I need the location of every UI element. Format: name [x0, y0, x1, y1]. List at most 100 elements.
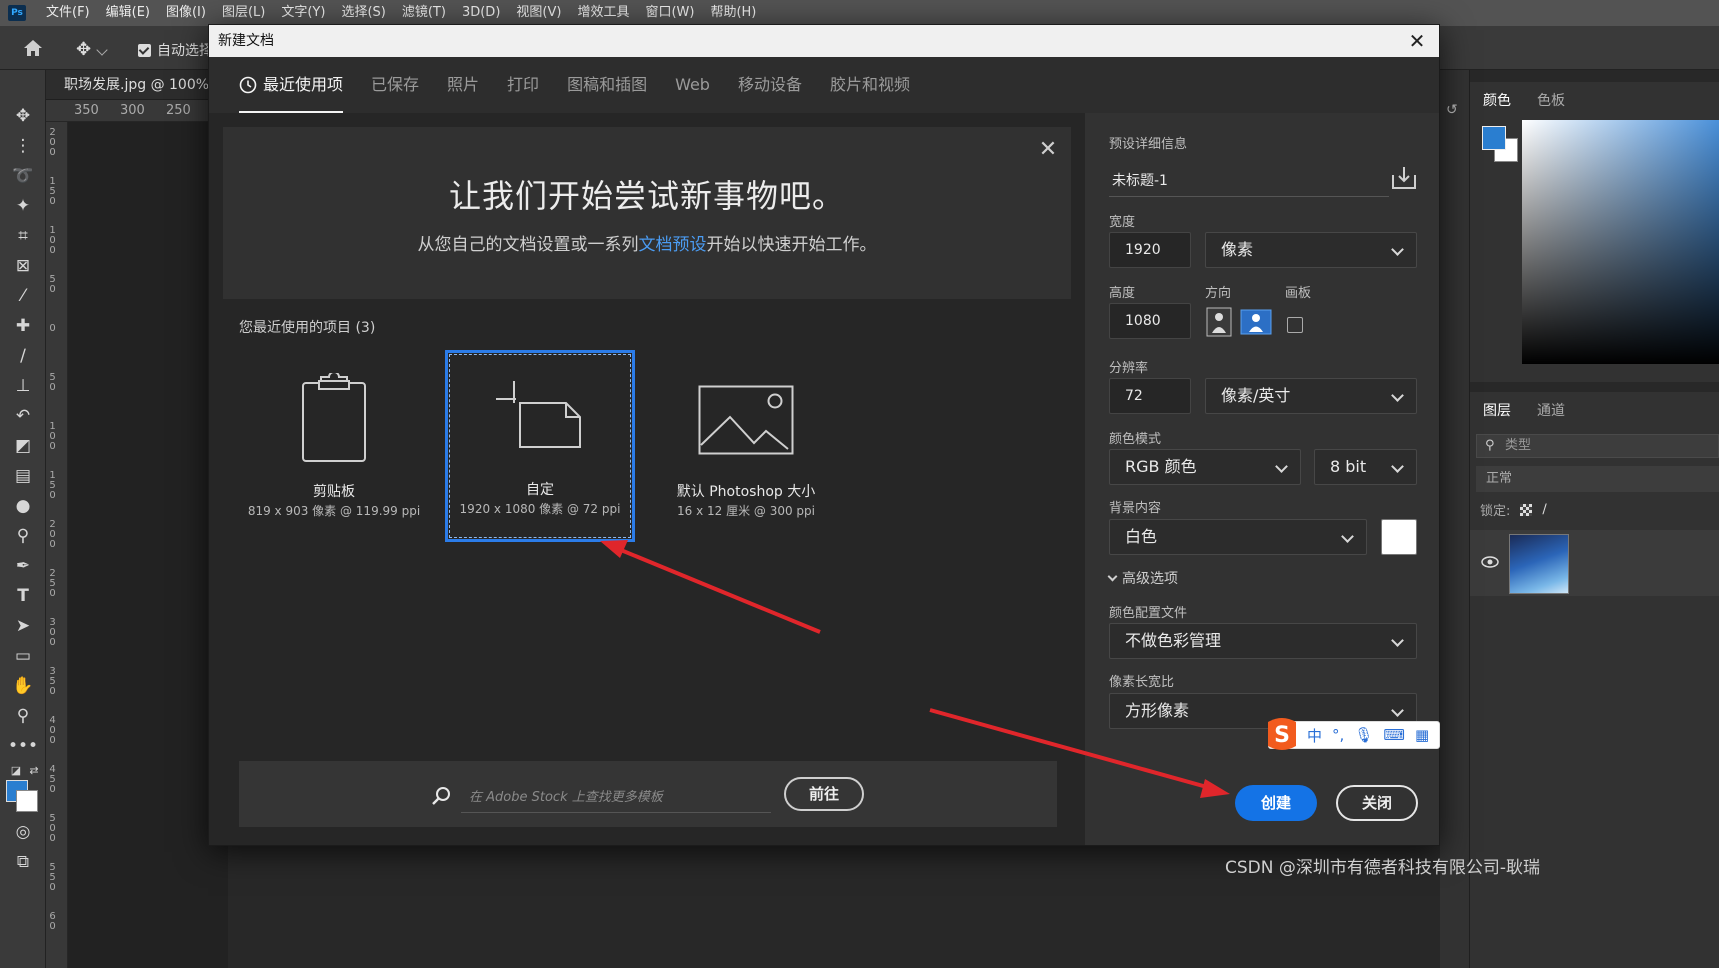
- ruler-mark: 1 5 0: [49, 177, 56, 207]
- healing-brush-icon[interactable]: ✚: [11, 314, 35, 338]
- stock-go-button[interactable]: 前往: [784, 777, 864, 811]
- lasso-icon[interactable]: ➰: [11, 164, 35, 188]
- menu-edit[interactable]: 编辑(E): [98, 0, 158, 26]
- keyboard-icon[interactable]: ⌨: [1383, 726, 1405, 744]
- landscape-orientation-icon[interactable]: [1240, 309, 1272, 335]
- resolution-unit-select[interactable]: 像素/英寸: [1205, 378, 1417, 414]
- menu-type[interactable]: 文字(Y): [273, 0, 333, 26]
- dialog-close-icon[interactable]: ✕: [1405, 29, 1429, 53]
- color-picker-field[interactable]: [1522, 120, 1719, 364]
- marquee-icon[interactable]: ⋮: [11, 134, 35, 158]
- preset-clipboard[interactable]: 剪贴板 819 x 903 像素 @ 119.99 ppi: [239, 351, 429, 541]
- menu-select[interactable]: 选择(S): [333, 0, 393, 26]
- tab-channels[interactable]: 通道: [1524, 392, 1578, 424]
- eyedropper-icon[interactable]: ⁄: [11, 284, 35, 308]
- menu-filter[interactable]: 滤镜(T): [394, 0, 454, 26]
- tab-mobile[interactable]: 移动设备: [738, 57, 802, 113]
- dodge-icon[interactable]: ⚲: [11, 524, 35, 548]
- document-tab[interactable]: 职场发展.jpg @ 100% (图: [46, 70, 228, 100]
- background-color-swatch[interactable]: [1381, 519, 1417, 555]
- lock-brush-icon[interactable]: ∕: [1542, 502, 1546, 517]
- history-brush-icon[interactable]: ↶: [11, 404, 35, 428]
- home-icon[interactable]: [22, 38, 44, 58]
- hand-icon[interactable]: ✋: [11, 674, 35, 698]
- history-panel-icon[interactable]: ↺: [1446, 102, 1458, 118]
- layer-row[interactable]: [1470, 530, 1719, 596]
- layer-filter-label: 类型: [1505, 438, 1532, 453]
- tab-layers[interactable]: 图层: [1470, 392, 1524, 424]
- grid-menu-icon[interactable]: ▦: [1415, 726, 1429, 744]
- auto-select-checkbox[interactable]: [138, 43, 151, 57]
- tab-photo[interactable]: 照片: [447, 57, 479, 113]
- color-profile-select[interactable]: 不做色彩管理: [1109, 623, 1417, 659]
- eraser-icon[interactable]: ◩: [11, 434, 35, 458]
- horizontal-ruler: 350 300 250: [46, 100, 228, 122]
- menu-help[interactable]: 帮助(H): [702, 0, 764, 26]
- tab-print[interactable]: 打印: [507, 57, 539, 113]
- stock-search-input[interactable]: 在 Adobe Stock 上查找更多模板: [461, 783, 771, 813]
- layer-filter-input[interactable]: ⚲ 类型: [1476, 434, 1719, 458]
- preset-custom[interactable]: 自定 1920 x 1080 像素 @ 72 ppi: [445, 350, 635, 542]
- menu-plugins[interactable]: 增效工具: [569, 0, 637, 26]
- advanced-options-toggle[interactable]: 高级选项: [1107, 568, 1178, 588]
- blur-icon[interactable]: ●: [11, 494, 35, 518]
- resolution-input[interactable]: 72: [1109, 378, 1191, 414]
- document-presets-link[interactable]: 文档预设: [639, 235, 707, 255]
- preset-default-photoshop[interactable]: 默认 Photoshop 大小 16 x 12 厘米 @ 300 ppi: [651, 351, 841, 541]
- tab-recent[interactable]: 最近使用项: [239, 57, 344, 113]
- eye-icon[interactable]: [1481, 556, 1499, 568]
- bit-depth-select[interactable]: 8 bit: [1314, 449, 1417, 485]
- menu-view[interactable]: 视图(V): [508, 0, 569, 26]
- close-button[interactable]: 关闭: [1336, 785, 1418, 821]
- move-tool-icon[interactable]: ✥: [76, 39, 96, 60]
- tab-saved[interactable]: 已保存: [371, 57, 419, 113]
- frame-icon[interactable]: ⊠: [11, 254, 35, 278]
- rectangle-icon[interactable]: ▭: [11, 644, 35, 668]
- background-select[interactable]: 白色: [1109, 519, 1367, 555]
- create-button[interactable]: 创建: [1235, 785, 1317, 821]
- portrait-orientation-icon[interactable]: [1206, 307, 1232, 337]
- move-icon[interactable]: ✥: [11, 104, 35, 128]
- height-input[interactable]: 1080: [1109, 303, 1191, 339]
- pen-icon[interactable]: ✒: [11, 554, 35, 578]
- welcome-close-icon[interactable]: ✕: [1037, 139, 1059, 161]
- gradient-icon[interactable]: ▤: [11, 464, 35, 488]
- menu-3d[interactable]: 3D(D): [454, 0, 508, 26]
- tab-swatches[interactable]: 色板: [1524, 82, 1578, 112]
- background-color-swatch[interactable]: [16, 790, 38, 812]
- blend-mode-select[interactable]: 正常: [1476, 466, 1719, 492]
- crop-icon[interactable]: ⌗: [11, 224, 35, 248]
- new-document-dialog: 新建文档 ✕ 最近使用项 已保存 照片 打印 图稿和插图 Web 移动设备 胶片…: [208, 24, 1440, 846]
- tab-film-video[interactable]: 胶片和视频: [830, 57, 910, 113]
- ime-punctuation[interactable]: °,: [1332, 726, 1344, 744]
- document-name-field[interactable]: 未标题-1: [1109, 165, 1389, 197]
- zoom-icon[interactable]: ⚲: [11, 704, 35, 728]
- more-tools-icon[interactable]: •••: [8, 734, 38, 758]
- width-input[interactable]: 1920: [1109, 232, 1191, 268]
- menu-image[interactable]: 图像(I): [158, 0, 214, 26]
- menu-layer[interactable]: 图层(L): [214, 0, 273, 26]
- swap-colors-icon[interactable]: ⇄: [22, 758, 46, 782]
- tab-color[interactable]: 颜色: [1470, 82, 1524, 112]
- save-preset-icon[interactable]: [1391, 165, 1417, 191]
- tab-art-illustration[interactable]: 图稿和插图: [567, 57, 647, 113]
- stamp-icon[interactable]: ⊥: [11, 374, 35, 398]
- menu-file[interactable]: 文件(F): [38, 0, 98, 26]
- lock-transparency-icon[interactable]: [1520, 503, 1533, 516]
- type-icon[interactable]: T: [11, 584, 35, 608]
- path-select-icon[interactable]: ➤: [11, 614, 35, 638]
- width-unit-select[interactable]: 像素: [1205, 232, 1417, 268]
- menu-window[interactable]: 窗口(W): [637, 0, 702, 26]
- auto-select-option[interactable]: 自动选择:: [138, 40, 218, 60]
- brush-icon[interactable]: ∕: [11, 344, 35, 368]
- chevron-down-icon[interactable]: [96, 44, 108, 56]
- ime-chinese-mode[interactable]: 中: [1307, 725, 1322, 746]
- screen-mode-icon[interactable]: ⧉: [11, 850, 35, 874]
- color-mode-select[interactable]: RGB 颜色: [1109, 449, 1301, 485]
- magic-wand-icon[interactable]: ✦: [11, 194, 35, 218]
- artboard-checkbox[interactable]: [1287, 317, 1303, 333]
- microphone-icon[interactable]: 🎙: [1354, 726, 1373, 744]
- tab-web[interactable]: Web: [675, 57, 710, 113]
- panel-foreground-color[interactable]: [1482, 126, 1506, 150]
- quick-mask-icon[interactable]: ◎: [11, 820, 35, 844]
